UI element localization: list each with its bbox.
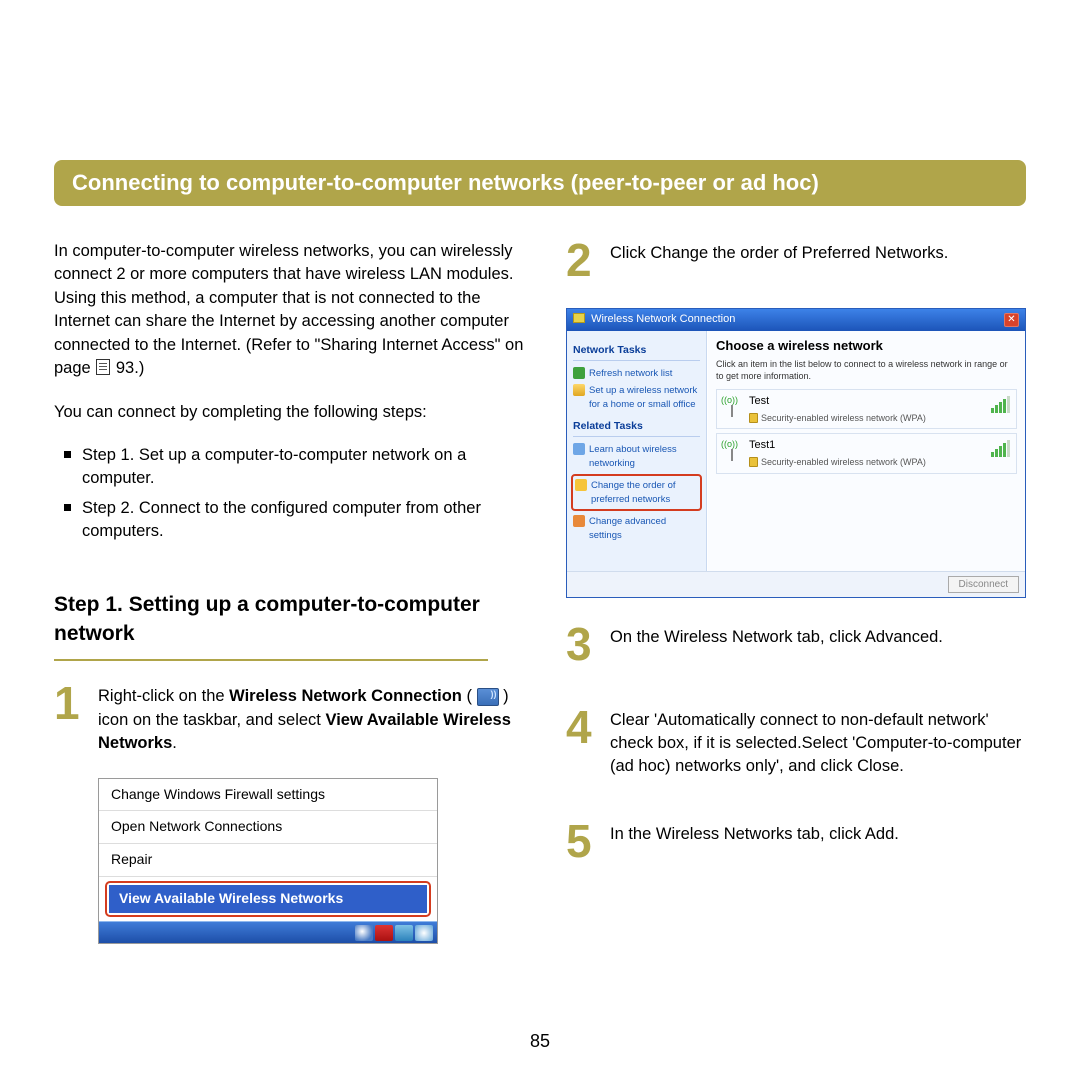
sidebar-link-refresh[interactable]: Refresh network list: [573, 365, 700, 382]
numbered-step-1: 1 Right-click on the Wireless Network Co…: [54, 683, 526, 755]
sidebar-link-learn[interactable]: Learn about wireless networking: [573, 441, 700, 472]
numbered-step-5: 5 In the Wireless Networks tab, click Ad…: [566, 821, 1026, 861]
setup-icon: [573, 384, 585, 396]
numbered-step-3: 3 On the Wireless Network tab, click Adv…: [566, 624, 1026, 664]
step-number-1: 1: [54, 683, 88, 723]
step-number-2: 2: [566, 240, 600, 280]
taskbar-strip: [99, 921, 437, 943]
lock-icon: [749, 457, 758, 467]
sidebar-link-advanced[interactable]: Change advanced settings: [573, 513, 700, 544]
sidebar-hdr-related-tasks: Related Tasks: [573, 419, 700, 437]
choose-network-sub: Click an item in the list below to conne…: [716, 358, 1017, 384]
left-column: In computer-to-computer wireless network…: [54, 240, 526, 944]
sidebar-link-setup[interactable]: Set up a wireless network for a home or …: [573, 382, 700, 413]
network-item-test1[interactable]: Test1 Security-enabled wireless network …: [716, 433, 1017, 473]
bullet-step1: Step 1. Set up a computer-to-computer ne…: [60, 444, 526, 491]
network-security: Security-enabled wireless network (WPA): [761, 456, 926, 469]
refresh-icon: [573, 367, 585, 379]
menu-item-view-available[interactable]: View Available Wireless Networks: [109, 885, 427, 913]
step-number-3: 3: [566, 624, 600, 664]
signal-bars-icon: [991, 440, 1010, 457]
intro-steps-lead: You can connect by completing the follow…: [54, 401, 526, 424]
gear-icon: [573, 515, 585, 527]
section-title: Connecting to computer-to-computer netwo…: [54, 160, 1026, 206]
numbered-step-2: 2 Click Change the order of Preferred Ne…: [566, 240, 1026, 280]
network-security: Security-enabled wireless network (WPA): [761, 412, 926, 425]
numbered-step-4: 4 Clear 'Automatically connect to non-de…: [566, 707, 1026, 779]
menu-item-firewall[interactable]: Change Windows Firewall settings: [99, 779, 437, 812]
step1-heading: Step 1. Setting up a computer-to-compute…: [54, 590, 488, 662]
wireless-tray-icon: [477, 688, 499, 706]
step-number-5: 5: [566, 821, 600, 861]
dialog-title: Wireless Network Connection: [573, 312, 735, 328]
tray-icon-generic: [355, 925, 373, 941]
sidebar-hdr-network-tasks: Network Tasks: [573, 343, 700, 361]
antenna-icon: [723, 394, 743, 418]
network-name: Test1: [749, 438, 1010, 454]
info-icon: [573, 443, 585, 455]
sidebar-link-change-order-highlighted[interactable]: Change the order of preferred networks: [571, 474, 702, 511]
page-number: 85: [0, 1031, 1080, 1052]
intro-paragraph: In computer-to-computer wireless network…: [54, 240, 526, 381]
dialog-sidebar: Network Tasks Refresh network list Set u…: [567, 331, 707, 571]
lock-icon: [749, 413, 758, 423]
menu-item-open-connections[interactable]: Open Network Connections: [99, 811, 437, 844]
disconnect-button[interactable]: Disconnect: [948, 576, 1019, 593]
bullet-step2: Step 2. Connect to the configured comput…: [60, 497, 526, 544]
step-number-4: 4: [566, 707, 600, 747]
highlight-outline: View Available Wireless Networks: [105, 881, 431, 917]
network-item-test[interactable]: Test Security-enabled wireless network (…: [716, 389, 1017, 429]
page-ref-icon: [96, 359, 110, 375]
choose-network-title: Choose a wireless network: [716, 337, 1017, 355]
context-menu: Change Windows Firewall settings Open Ne…: [98, 778, 438, 945]
network-name: Test: [749, 394, 1010, 410]
menu-item-repair[interactable]: Repair: [99, 844, 437, 877]
tray-icon-wireless: [415, 925, 433, 941]
close-icon[interactable]: ✕: [1004, 313, 1019, 327]
signal-bars-icon: [991, 396, 1010, 413]
dialog-main: Choose a wireless network Click an item …: [707, 331, 1025, 571]
wireless-dialog: Wireless Network Connection ✕ Network Ta…: [566, 308, 1026, 598]
star-icon: [575, 479, 587, 491]
antenna-icon: [723, 438, 743, 462]
right-column: 2 Click Change the order of Preferred Ne…: [566, 240, 1026, 944]
wireless-title-icon: [573, 313, 585, 323]
tray-icon-network: [395, 925, 413, 941]
tray-icon-alert: [375, 925, 393, 941]
